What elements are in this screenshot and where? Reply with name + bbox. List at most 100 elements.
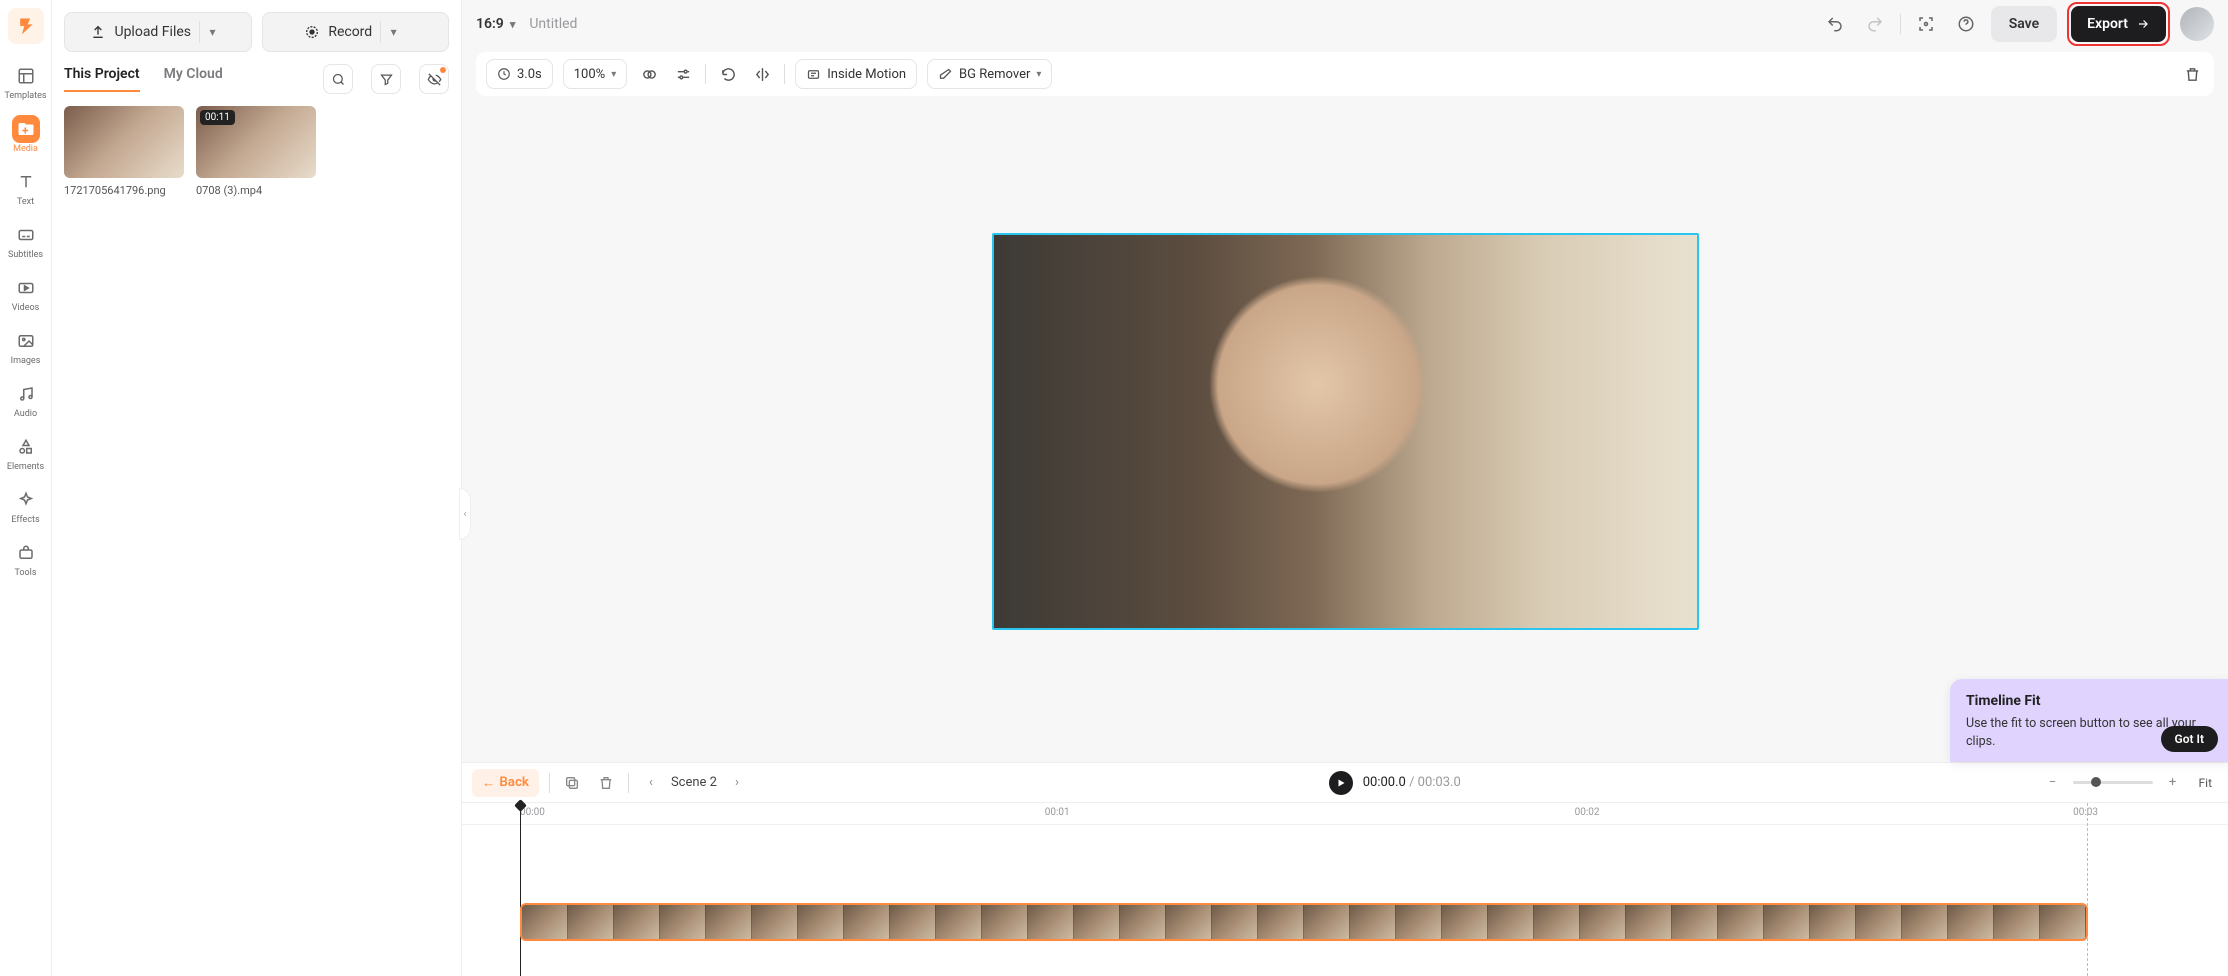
- inside-motion-label: Inside Motion: [827, 67, 906, 82]
- eye-off-icon: [427, 72, 442, 87]
- inside-motion-button[interactable]: Inside Motion: [795, 59, 917, 89]
- back-button[interactable]: ← Back: [472, 769, 539, 797]
- media-thumbnail: 00:11: [196, 106, 316, 178]
- focus-icon: [1917, 15, 1935, 33]
- adjust-button[interactable]: [671, 62, 695, 86]
- tooltip-title: Timeline Fit: [1966, 693, 2214, 709]
- next-scene-button[interactable]: ›: [725, 771, 749, 795]
- zoom-slider[interactable]: [2073, 781, 2153, 784]
- transport-bar: ← Back ‹ Scene 2 › 00:00.0 / 00:03.0: [462, 762, 2228, 802]
- duration-control[interactable]: 3.0s: [486, 59, 553, 89]
- sidebar-item-label: Templates: [4, 91, 46, 101]
- bg-remover-label: BG Remover: [959, 67, 1030, 82]
- sidebar-item-label: Media: [13, 144, 38, 154]
- hide-used-button[interactable]: [419, 64, 449, 94]
- tab-my-cloud[interactable]: My Cloud: [164, 66, 223, 92]
- ruler-tick: 00:03: [2073, 807, 2098, 818]
- zoom-value: 100%: [574, 67, 605, 82]
- sidebar-item-elements[interactable]: Elements: [4, 427, 48, 476]
- preview-frame: [994, 235, 1697, 628]
- duration-value: 3.0s: [517, 67, 542, 82]
- delete-button[interactable]: [594, 771, 618, 795]
- playhead[interactable]: [520, 803, 521, 976]
- record-button[interactable]: Record ▾: [262, 12, 450, 52]
- main-area: 16:9 ▾ Save Export: [462, 0, 2228, 976]
- subtitles-icon: [12, 221, 40, 249]
- prev-scene-button[interactable]: ‹: [639, 771, 663, 795]
- sliders-icon: [675, 66, 692, 83]
- sidebar-item-tools[interactable]: Tools: [4, 533, 48, 582]
- sidebar-item-images[interactable]: Images: [4, 321, 48, 370]
- circles-icon: [641, 66, 658, 83]
- zoom-control[interactable]: 100% ▾: [563, 59, 627, 89]
- play-button[interactable]: [1329, 771, 1353, 795]
- bg-remover-button[interactable]: BG Remover ▾: [927, 59, 1052, 89]
- export-button[interactable]: Export: [2071, 6, 2166, 42]
- chevron-down-icon[interactable]: ▾: [199, 21, 225, 44]
- music-icon: [12, 380, 40, 408]
- delete-clip-button[interactable]: [2180, 62, 2204, 86]
- filter-effect-button[interactable]: [637, 62, 661, 86]
- media-thumbnail: [64, 106, 184, 178]
- undo-button[interactable]: [1820, 9, 1850, 39]
- sidebar-item-text[interactable]: Text: [4, 162, 48, 211]
- got-it-button[interactable]: Got It: [2161, 726, 2218, 752]
- ruler-tick: 00:01: [1045, 807, 1070, 818]
- sidebar-item-templates[interactable]: Templates: [4, 56, 48, 105]
- folder-plus-icon: [12, 115, 40, 143]
- back-label: Back: [499, 775, 529, 790]
- duration-badge: 00:11: [200, 110, 235, 125]
- timeline[interactable]: 00:00 00:01 00:02 00:03: [462, 802, 2228, 976]
- flip-button[interactable]: [750, 62, 774, 86]
- arrow-left-icon: ←: [482, 775, 495, 791]
- text-icon: [12, 168, 40, 196]
- copy-button[interactable]: [560, 771, 584, 795]
- sidebar-item-label: Elements: [7, 462, 44, 472]
- filter-button[interactable]: [371, 64, 401, 94]
- help-button[interactable]: [1951, 9, 1981, 39]
- scene-label: Scene 2: [671, 775, 717, 790]
- sidebar-item-audio[interactable]: Audio: [4, 374, 48, 423]
- aspect-ratio-selector[interactable]: 16:9 ▾: [476, 16, 515, 32]
- flip-icon: [754, 66, 771, 83]
- rotate-icon: [720, 66, 737, 83]
- search-button[interactable]: [323, 64, 353, 94]
- timeline-fit-tooltip: Timeline Fit Use the fit to screen butto…: [1950, 679, 2228, 762]
- preview-canvas[interactable]: [992, 233, 1699, 630]
- sidebar-item-videos[interactable]: Videos: [4, 268, 48, 317]
- video-clip[interactable]: [520, 903, 2088, 941]
- copy-icon: [564, 775, 580, 791]
- track[interactable]: [520, 903, 2088, 943]
- time-current: 00:00.0: [1363, 775, 1406, 790]
- media-item[interactable]: 1721705641796.png: [64, 106, 184, 197]
- ruler-tick: 00:02: [1575, 807, 1600, 818]
- rotate-button[interactable]: [716, 62, 740, 86]
- media-panel: Upload Files ▾ Record ▾ This Project My …: [52, 0, 462, 976]
- focus-button[interactable]: [1911, 9, 1941, 39]
- aspect-label: 16:9: [476, 16, 504, 32]
- user-avatar[interactable]: [2180, 7, 2214, 41]
- export-highlight: Export: [2067, 2, 2170, 46]
- media-item[interactable]: 00:11 0708 (3).mp4: [196, 106, 316, 197]
- media-filename: 1721705641796.png: [64, 184, 184, 197]
- tab-this-project[interactable]: This Project: [64, 66, 140, 92]
- zoom-out-button[interactable]: −: [2041, 771, 2065, 795]
- fit-button[interactable]: Fit: [2193, 772, 2218, 794]
- help-icon: [1957, 15, 1975, 33]
- topbar: 16:9 ▾ Save Export: [462, 0, 2228, 48]
- save-button[interactable]: Save: [1991, 6, 2057, 42]
- app-logo[interactable]: [8, 8, 44, 44]
- chevron-down-icon[interactable]: ▾: [380, 21, 406, 44]
- timeline-ruler[interactable]: 00:00 00:01 00:02 00:03: [462, 803, 2228, 825]
- zoom-in-button[interactable]: +: [2161, 771, 2185, 795]
- redo-button[interactable]: [1860, 9, 1890, 39]
- sidebar-item-effects[interactable]: Effects: [4, 480, 48, 529]
- sidebar-item-media[interactable]: Media: [4, 109, 48, 158]
- chevron-down-icon: ▾: [611, 69, 616, 80]
- toolbox-icon: [12, 539, 40, 567]
- upload-files-button[interactable]: Upload Files ▾: [64, 12, 252, 52]
- sidebar-item-subtitles[interactable]: Subtitles: [4, 215, 48, 264]
- sidebar-item-label: Images: [11, 356, 41, 366]
- project-title-input[interactable]: [529, 16, 707, 32]
- end-marker: [2087, 803, 2088, 976]
